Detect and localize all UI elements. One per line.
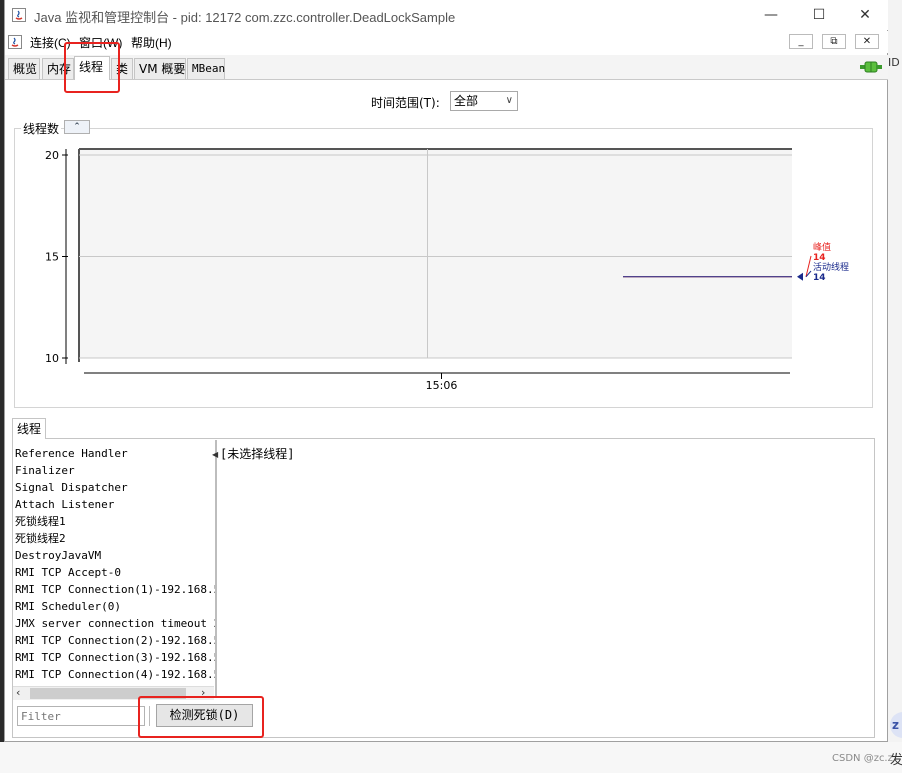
thread-list-item[interactable]: RMI Scheduler(0) — [13, 598, 216, 615]
thread-list-item[interactable]: RMI TCP Connection(4)-192.168.56. — [13, 666, 216, 683]
split-left-arrow-icon[interactable]: ◀ — [212, 450, 218, 459]
thread-list-item[interactable]: RMI TCP Accept-0 — [13, 564, 216, 581]
x-tick-label: 15:06 — [426, 379, 458, 392]
highlight-box-threads-tab — [64, 42, 120, 93]
thread-list-item[interactable]: Finalizer — [13, 462, 216, 479]
thread-detail-text: [未选择线程] — [220, 447, 295, 461]
background-bottom-strip — [0, 742, 902, 773]
thread-list-item[interactable]: JMX server connection timeout 20 — [13, 615, 216, 632]
thread-list-item[interactable]: RMI TCP Connection(2)-192.168.56. — [13, 632, 216, 649]
background-edge-text-bottom: 发 — [890, 753, 902, 768]
threads-panel-tab[interactable]: 线程 — [12, 418, 46, 439]
thread-list[interactable]: Reference Handler Finalizer Signal Dispatc… — [13, 445, 216, 685]
csdn-watermark: CSDN @zc.z — [832, 753, 893, 764]
y-tick-label: 15 — [45, 251, 59, 264]
scroll-left-icon[interactable]: ‹ — [16, 686, 20, 699]
legend-live-label: 活动线程 — [813, 261, 849, 273]
series-end-marker — [797, 272, 803, 281]
split-pane-divider[interactable] — [215, 440, 217, 698]
thread-list-item[interactable]: Reference Handler — [13, 445, 216, 462]
thread-filter-input[interactable] — [17, 706, 145, 726]
thread-list-item[interactable]: RMI TCP Connection(3)-192.168.56. — [13, 649, 216, 666]
legend-live-value: 14 — [813, 273, 826, 283]
highlight-box-detect-button — [138, 696, 264, 738]
thread-list-item[interactable]: DestroyJavaVM — [13, 547, 216, 564]
thread-list-item[interactable]: Signal Dispatcher — [13, 479, 216, 496]
y-tick-label: 20 — [45, 149, 59, 162]
y-tick-label: 10 — [45, 352, 59, 365]
thread-list-item[interactable]: 死锁线程1 — [13, 513, 216, 530]
thread-list-item[interactable]: 死锁线程2 — [13, 530, 216, 547]
legend-peak-label: 峰值 — [813, 241, 831, 253]
thread-count-chart: 20151015:06峰值14活动线程14 — [45, 148, 849, 392]
thread-list-item[interactable]: Attach Listener — [13, 496, 216, 513]
thread-list-item[interactable]: RMI TCP Connection(1)-192.168.56. — [13, 581, 216, 598]
legend-peak-value: 14 — [813, 253, 826, 263]
plot-area — [79, 149, 792, 358]
